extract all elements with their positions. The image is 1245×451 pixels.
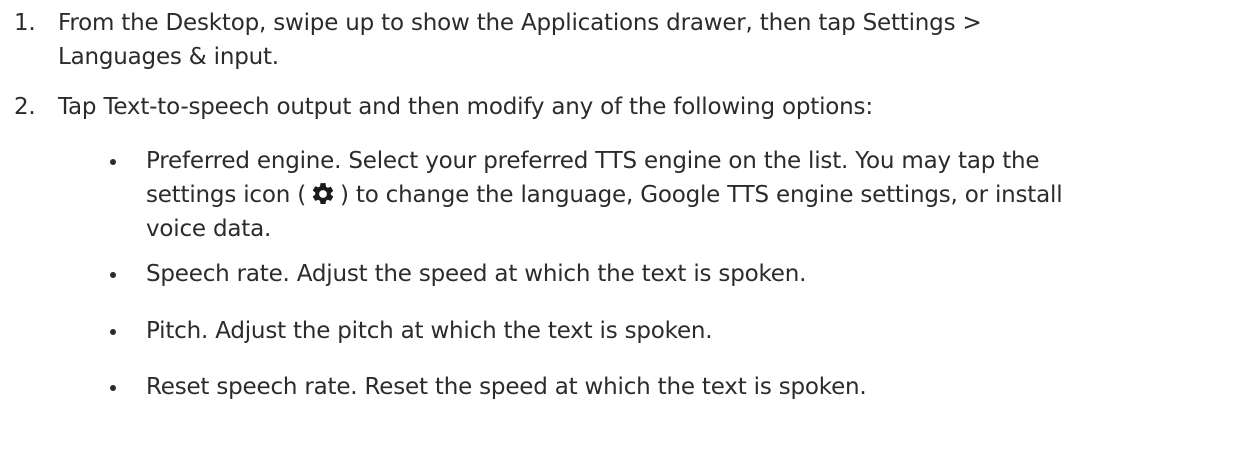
bullet-text: Pitch. Adjust the pitch at which the tex… <box>146 314 1236 348</box>
step-text: From the Desktop, swipe up to show the A… <box>58 6 1238 74</box>
bullet-line: Reset speech rate. Reset the speed at wh… <box>146 374 867 400</box>
bullet-dot <box>110 272 116 278</box>
bullet-line: Preferred engine. Select your preferred … <box>146 148 1040 174</box>
bullet-line: voice data. <box>146 216 272 242</box>
step-number: 1. <box>14 10 36 36</box>
bullet-text: Reset speech rate. Reset the speed at wh… <box>146 370 1236 404</box>
step-line: Tap Text-to-speech output and then modif… <box>58 94 873 120</box>
bullet-line-start: settings icon ( <box>146 182 306 208</box>
bullet-line: Pitch. Adjust the pitch at which the tex… <box>146 318 713 344</box>
bullet-text: Speech rate. Adjust the speed at which t… <box>146 257 1236 291</box>
bullet-dot <box>110 385 116 391</box>
bullet-line-end: ) to change the language, Google TTS eng… <box>340 182 1063 208</box>
step-text: Tap Text-to-speech output and then modif… <box>58 90 1238 124</box>
bullet-dot <box>110 329 116 335</box>
bullet-line: Speech rate. Adjust the speed at which t… <box>146 261 807 287</box>
step-number: 2. <box>14 94 36 120</box>
gear-icon <box>312 183 334 204</box>
document-page: 1. From the Desktop, swipe up to show th… <box>0 0 1245 451</box>
step-line: Languages & input. <box>58 44 279 70</box>
bullet-text: Preferred engine. Select your preferred … <box>146 144 1236 246</box>
step-line: From the Desktop, swipe up to show the A… <box>58 10 982 36</box>
bullet-line: settings icon ( ) to change the language,… <box>146 178 1236 212</box>
bullet-dot <box>110 159 116 165</box>
